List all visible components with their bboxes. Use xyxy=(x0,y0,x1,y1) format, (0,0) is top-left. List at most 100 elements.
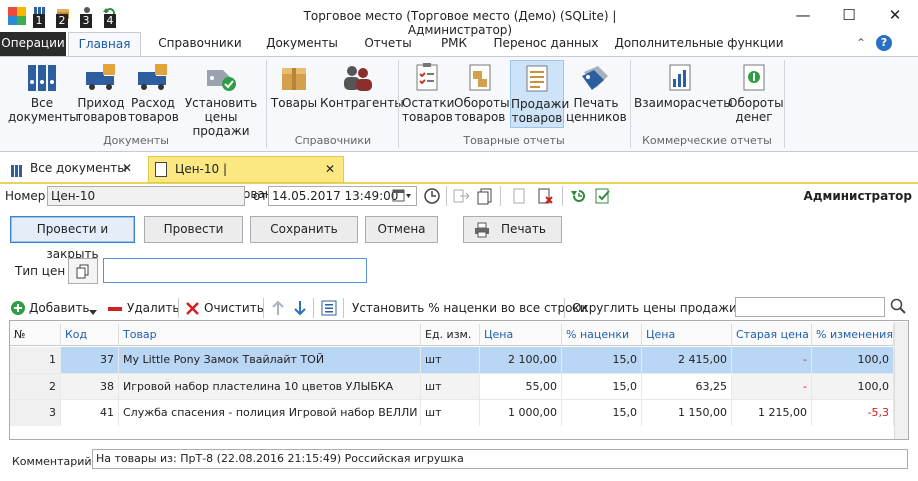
col-header-purchase-price[interactable]: Цена закупки xyxy=(480,324,562,363)
people-icon xyxy=(341,62,373,92)
tab-references[interactable]: Справочники xyxy=(150,32,250,56)
money-report-icon xyxy=(738,62,770,92)
cell-change: -5,3 xyxy=(812,400,894,426)
document-gray-icon[interactable] xyxy=(510,187,528,205)
mutual-settlements-button[interactable]: Взаиморасчеты xyxy=(634,60,733,128)
price-type-select-button[interactable] xyxy=(68,258,98,284)
number-field[interactable]: Цен-10 xyxy=(47,186,245,206)
export-icon[interactable] xyxy=(452,187,470,205)
clear-button[interactable]: Очистить xyxy=(204,298,264,318)
copy-icon[interactable] xyxy=(476,187,494,205)
goods-button[interactable]: Товары xyxy=(270,60,318,128)
all-documents-button[interactable]: Все документы xyxy=(8,60,79,128)
round-prices-button[interactable]: Округлить цены продажи xyxy=(572,298,737,318)
search-icon[interactable] xyxy=(890,298,906,314)
add-dropdown-icon[interactable] xyxy=(89,306,97,315)
doc-tab-pricing[interactable]: Цен-10 | Ценообразование ✕ xyxy=(148,156,344,201)
history-icon[interactable] xyxy=(570,187,588,205)
tab-reports[interactable]: Отчеты xyxy=(357,32,419,56)
table-row[interactable]: 3 41 Служба спасения - полиция Игровой н… xyxy=(10,399,894,426)
group-label-commercial-reports: Коммерческие отчеты xyxy=(642,134,772,147)
print-price-tags-button[interactable]: Печать ценников xyxy=(566,60,627,128)
col-header-number[interactable]: № xyxy=(10,324,61,346)
col-header-markup[interactable]: % наценки xyxy=(562,324,642,346)
ribbon-collapse-button[interactable]: ⌃ xyxy=(852,32,870,56)
toolbar-separator xyxy=(500,186,501,206)
save-button[interactable]: Сохранить xyxy=(250,216,358,243)
cell-change: 100,0 xyxy=(812,347,894,373)
table-row[interactable]: 2 38 Игровой набор пластелина 10 цветов … xyxy=(10,373,894,400)
group-label-references: Справочники xyxy=(294,134,372,147)
delete-button[interactable]: Удалить xyxy=(127,298,180,318)
goods-turnover-button[interactable]: Обороты товаров xyxy=(454,60,510,128)
goods-receipt-button[interactable]: Приход товаров xyxy=(76,60,127,128)
move-up-icon[interactable] xyxy=(271,300,285,316)
cell-markup: 15,0 xyxy=(562,400,642,426)
goods-expense-label: Расход товаров xyxy=(128,96,179,124)
price-tag-check-icon xyxy=(205,62,237,92)
table-vertical-scrollbar[interactable] xyxy=(894,322,908,439)
goods-sales-label: Продажи товаров xyxy=(511,97,570,125)
price-type-field[interactable] xyxy=(103,258,367,283)
print-button[interactable]: Печать xyxy=(463,216,562,243)
group-separator xyxy=(266,60,267,148)
col-header-code[interactable]: Код xyxy=(61,324,119,346)
group-separator xyxy=(630,60,631,148)
goods-sales-button[interactable]: Продажи товаров xyxy=(510,60,570,128)
stock-balance-button[interactable]: Остатки товаров xyxy=(402,60,454,128)
col-header-sale-price[interactable]: Цена продажи xyxy=(642,324,732,363)
number-label: Номер xyxy=(5,189,46,203)
group-label-goods-reports: Товарные отчеты xyxy=(463,134,565,147)
doc-tab-close-icon[interactable]: ✕ xyxy=(325,157,335,182)
group-separator xyxy=(784,60,785,148)
doc-tab-close-icon[interactable]: ✕ xyxy=(122,156,132,181)
group-separator xyxy=(398,60,399,148)
goods-expense-button[interactable]: Расход товаров xyxy=(128,60,179,128)
contractors-button[interactable]: Контрагенты xyxy=(320,60,404,128)
post-and-close-button[interactable]: Провести и закрыть xyxy=(10,216,135,261)
tab-extra-functions[interactable]: Дополнительные функции xyxy=(614,32,784,56)
cell-product: My Little Pony Замок Твайлайт ТОЙ xyxy=(119,347,421,373)
cell-sale-price: 1 150,00 xyxy=(642,400,732,426)
minimize-button[interactable]: — xyxy=(780,0,826,32)
delete-document-icon[interactable] xyxy=(536,187,554,205)
table-row[interactable]: 1 37 My Little Pony Замок Твайлайт ТОЙ ш… xyxy=(10,347,894,373)
truck-in-icon xyxy=(85,62,117,92)
col-header-change[interactable]: % изменения xyxy=(812,324,894,346)
col-header-unit[interactable]: Ед. изм. xyxy=(421,324,480,346)
add-button[interactable]: Добавить xyxy=(29,298,89,318)
toolbar-separator xyxy=(446,186,447,206)
cell-old-price: - xyxy=(732,374,812,400)
checklist-icon[interactable] xyxy=(594,187,612,205)
app-logo-icon xyxy=(8,7,26,25)
calendar-dropdown-icon[interactable] xyxy=(392,189,412,203)
tab-operations[interactable]: Операции xyxy=(0,32,66,56)
search-input[interactable] xyxy=(735,297,885,317)
maximize-button[interactable]: ☐ xyxy=(826,0,872,32)
cell-purchase-price: 2 100,00 xyxy=(480,347,562,373)
doc-tab-all-documents[interactable]: Все документы ✕ xyxy=(4,156,144,183)
post-button[interactable]: Провести xyxy=(144,216,243,243)
tab-rmk[interactable]: РМК xyxy=(432,32,476,56)
price-type-label: Тип цен xyxy=(15,264,66,278)
list-icon[interactable] xyxy=(321,300,337,316)
money-turnover-button[interactable]: Обороты денег xyxy=(728,60,784,128)
col-header-product[interactable]: Товар xyxy=(119,324,421,346)
set-sale-prices-button[interactable]: Установить цены продажи xyxy=(180,60,262,138)
move-down-icon[interactable] xyxy=(293,300,307,316)
cell-code: 37 xyxy=(61,347,119,373)
col-header-old-price[interactable]: Старая цена xyxy=(732,324,812,346)
comment-field[interactable]: На товары из: ПрТ-8 (22.08.2016 21:15:49… xyxy=(92,449,908,469)
tab-data-transfer[interactable]: Перенос данных xyxy=(490,32,602,56)
help-button[interactable]: ? xyxy=(876,35,892,51)
cancel-button[interactable]: Отмена xyxy=(365,216,438,243)
cell-product: Игровой набор пластелина 10 цветов УЛЫБК… xyxy=(119,374,421,400)
clock-icon[interactable] xyxy=(423,187,441,205)
set-markup-button[interactable]: Установить % наценки во все строки xyxy=(352,298,588,318)
close-button[interactable]: ✕ xyxy=(872,0,918,32)
tab-documents[interactable]: Документы xyxy=(258,32,346,56)
toolbar-separator xyxy=(178,298,179,318)
tab-home[interactable]: Главная xyxy=(68,32,141,56)
cell-markup: 15,0 xyxy=(562,374,642,400)
quick-access-key-1: 1 xyxy=(33,14,45,28)
